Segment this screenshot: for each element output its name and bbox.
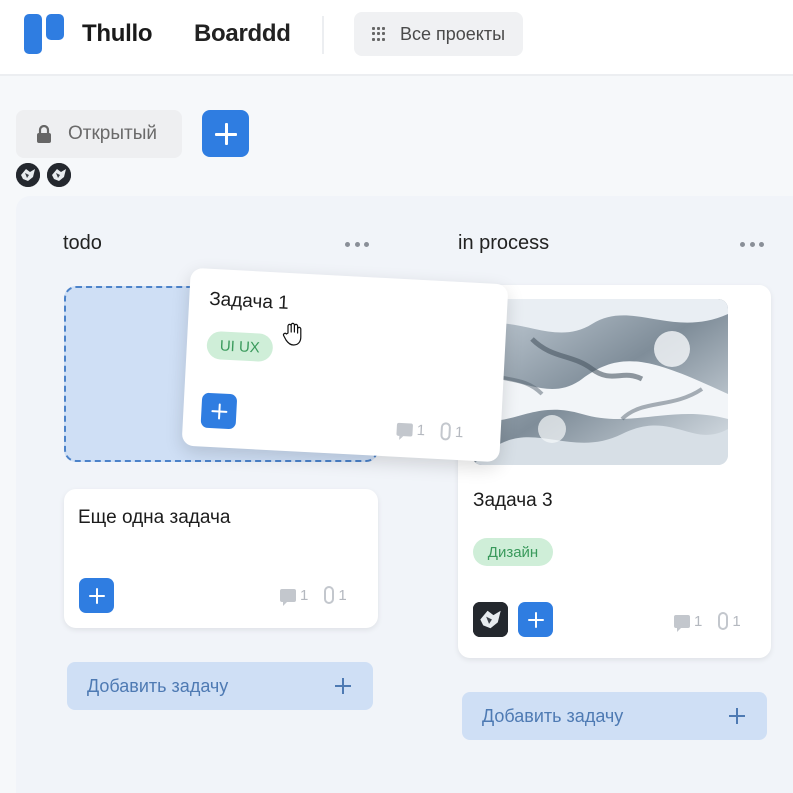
card-title: Задача 3 <box>473 490 553 511</box>
avatar[interactable] <box>16 163 40 187</box>
dragged-task-card[interactable]: Задача 1 UI UX 1 1 <box>181 267 509 463</box>
card-meta: 1 1 <box>674 612 741 632</box>
column-menu-icon[interactable] <box>345 242 369 248</box>
attachment-count: 1 <box>732 612 741 630</box>
add-task-button[interactable]: Добавить задачу <box>462 692 767 740</box>
comment-icon <box>280 588 296 606</box>
card-cover-image <box>472 299 728 465</box>
comment-count: 1 <box>416 421 426 439</box>
card-title: Еще одна задача <box>78 507 231 528</box>
visibility-label: Открытый <box>68 123 157 144</box>
attachment-count: 1 <box>338 586 347 604</box>
add-task-button[interactable]: Добавить задачу <box>67 662 373 710</box>
top-bar: Thullo Boarddd Все проекты <box>0 0 793 76</box>
all-projects-label: Все проекты <box>400 23 506 44</box>
thullo-logo[interactable] <box>24 14 68 54</box>
all-projects-button[interactable]: Все проекты <box>354 12 523 56</box>
column-title-in-process: in process <box>458 232 550 254</box>
add-member-button[interactable] <box>79 578 114 613</box>
add-task-label: Добавить задачу <box>482 705 624 726</box>
grid-icon <box>372 27 386 41</box>
topbar-divider <box>322 16 324 54</box>
comment-icon <box>674 614 690 632</box>
task-card[interactable]: Еще одна задача 1 1 <box>64 489 378 628</box>
plus-icon <box>335 678 351 694</box>
board-name[interactable]: Boarddd <box>194 20 291 48</box>
app-name: Thullo <box>82 20 153 47</box>
plus-icon <box>88 587 105 604</box>
add-member-button[interactable] <box>200 392 238 430</box>
attachment-count: 1 <box>454 423 464 441</box>
attachment-icon <box>718 612 729 630</box>
column-title-todo: todo <box>63 232 102 254</box>
avatar[interactable] <box>473 602 508 637</box>
tag-badge: Дизайн <box>473 538 553 566</box>
comment-count: 1 <box>300 586 309 604</box>
visibility-button[interactable]: Открытый <box>16 110 182 158</box>
tag-badge: UI UX <box>206 330 274 363</box>
add-member-button[interactable] <box>202 110 249 157</box>
card-meta: 1 1 <box>396 420 464 441</box>
card-title: Задача 1 <box>208 288 290 314</box>
plus-icon <box>527 611 544 628</box>
add-task-label: Добавить задачу <box>87 675 229 696</box>
plus-icon <box>729 708 745 724</box>
attachment-icon <box>324 586 335 604</box>
plus-icon <box>211 403 228 420</box>
comment-icon <box>396 422 414 437</box>
add-member-button[interactable] <box>518 602 553 637</box>
grab-cursor-icon <box>282 322 304 346</box>
lock-icon <box>36 124 52 143</box>
attachment-icon <box>440 422 452 441</box>
column-menu-icon[interactable] <box>740 242 764 248</box>
plus-icon <box>214 122 237 145</box>
avatar[interactable] <box>47 163 71 187</box>
card-meta: 1 1 <box>280 586 347 606</box>
comment-count: 1 <box>694 612 703 630</box>
